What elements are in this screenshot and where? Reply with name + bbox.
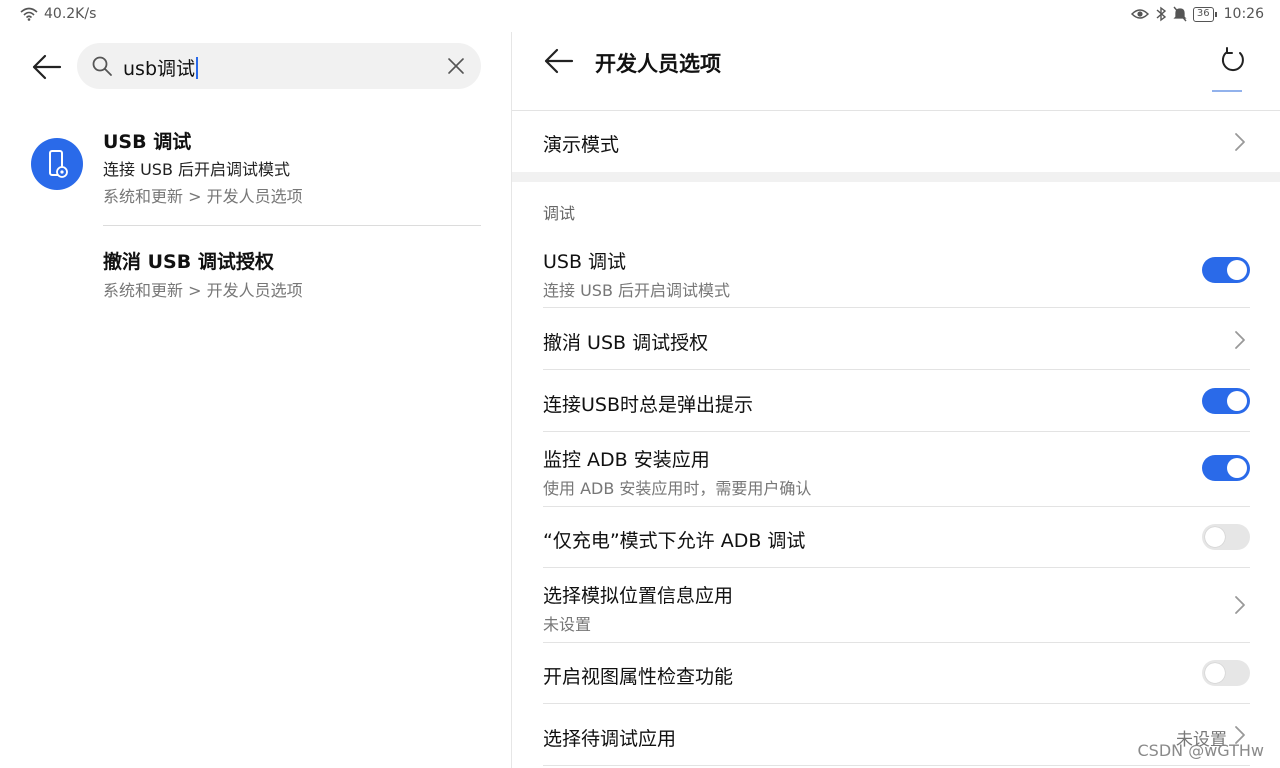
bluetooth-icon (1156, 6, 1167, 22)
demo-mode-row[interactable]: 演示模式 (512, 110, 1280, 172)
usb-connect-prompt-row: 连接USB时总是弹出提示 (512, 370, 1280, 432)
status-bar: 40.2K/s 36 10:26 (0, 0, 1280, 32)
result-subtitle: 连接 USB 后开启调试模式 (103, 160, 291, 179)
result-title: USB 调试 (103, 131, 192, 153)
search-result-usb-debugging[interactable]: USB 调试 连接 USB 后开启调试模式 系统和更新 > 开发人员选项 (0, 117, 511, 227)
row-label: USB 调试 (543, 251, 627, 273)
text-cursor (196, 57, 198, 79)
toggle-knob (1205, 663, 1225, 683)
usb-connect-prompt-toggle[interactable] (1202, 388, 1250, 414)
charge-only-adb-toggle[interactable] (1202, 524, 1250, 550)
section-separator (512, 172, 1280, 182)
wifi-icon (20, 7, 38, 21)
status-bar-left: 40.2K/s (20, 6, 96, 22)
back-arrow-icon[interactable] (542, 46, 576, 76)
toggle-knob (1205, 527, 1225, 547)
status-time: 10:26 (1223, 6, 1264, 22)
bell-muted-icon (1173, 6, 1187, 22)
toggle-knob (1227, 391, 1247, 411)
toggle-knob (1227, 260, 1247, 280)
result-path: 系统和更新 > 开发人员选项 (103, 187, 303, 206)
row-sublabel: 连接 USB 后开启调试模式 (543, 281, 731, 300)
result-title: 撤消 USB 调试授权 (103, 251, 274, 273)
developer-options-pane: 开发人员选项 演示模式 调试 USB 调试 连接 USB 后开启调试模式 撤消 … (512, 32, 1280, 768)
mock-location-app-row[interactable]: 选择模拟位置信息应用 未设置 (512, 568, 1280, 643)
search-input[interactable]: usb调试 (77, 43, 481, 89)
usb-debugging-row: USB 调试 连接 USB 后开启调试模式 (512, 232, 1280, 308)
row-label: 开启视图属性检查功能 (543, 666, 734, 688)
row-label: 演示模式 (543, 134, 620, 156)
view-attribute-inspection-toggle[interactable] (1202, 660, 1250, 686)
scroll-indicator (1212, 90, 1242, 92)
refresh-icon[interactable] (1218, 46, 1248, 76)
section-header-debug: 调试 (543, 204, 576, 223)
toggle-knob (1227, 458, 1247, 478)
watermark: CSDN @wGTHw (1137, 741, 1264, 760)
network-speed: 40.2K/s (44, 6, 97, 22)
result-divider (103, 225, 481, 226)
row-label: 选择待调试应用 (543, 728, 677, 750)
revoke-usb-auth-row[interactable]: 撤消 USB 调试授权 (512, 308, 1280, 370)
status-bar-right: 36 10:26 (1130, 6, 1264, 22)
page-title: 开发人员选项 (595, 52, 721, 76)
charge-only-adb-row: “仅充电”模式下允许 ADB 调试 (512, 507, 1280, 568)
battery-icon: 36 (1192, 6, 1217, 22)
search-icon (92, 56, 112, 76)
row-label: “仅充电”模式下允许 ADB 调试 (543, 530, 806, 552)
close-icon[interactable] (445, 55, 467, 77)
developer-settings-icon (31, 138, 83, 190)
back-arrow-icon[interactable] (30, 52, 64, 82)
chevron-right-icon (1235, 331, 1245, 349)
eye-icon (1130, 9, 1149, 19)
monitor-adb-install-row: 监控 ADB 安装应用 使用 ADB 安装应用时，需要用户确认 (512, 432, 1280, 507)
row-sublabel: 未设置 (543, 615, 592, 634)
chevron-right-icon (1235, 596, 1245, 614)
search-query-text: usb调试 (123, 58, 196, 80)
row-label: 选择模拟位置信息应用 (543, 585, 734, 607)
search-query: usb调试 (123, 54, 198, 81)
usb-debugging-toggle[interactable] (1202, 257, 1250, 283)
row-label: 连接USB时总是弹出提示 (543, 394, 754, 416)
monitor-adb-install-toggle[interactable] (1202, 455, 1250, 481)
search-result-revoke-usb-auth[interactable]: 撤消 USB 调试授权 系统和更新 > 开发人员选项 (0, 237, 511, 307)
row-divider (543, 765, 1250, 766)
row-label: 监控 ADB 安装应用 (543, 449, 710, 471)
result-path: 系统和更新 > 开发人员选项 (103, 281, 303, 300)
search-pane: usb调试 USB 调试 连接 USB 后开启调试模式 系统和更新 > 开发人员… (0, 32, 511, 768)
row-sublabel: 使用 ADB 安装应用时，需要用户确认 (543, 479, 812, 498)
view-attribute-inspection-row: 开启视图属性检查功能 (512, 643, 1280, 704)
row-label: 撤消 USB 调试授权 (543, 332, 709, 354)
chevron-right-icon (1235, 133, 1245, 151)
